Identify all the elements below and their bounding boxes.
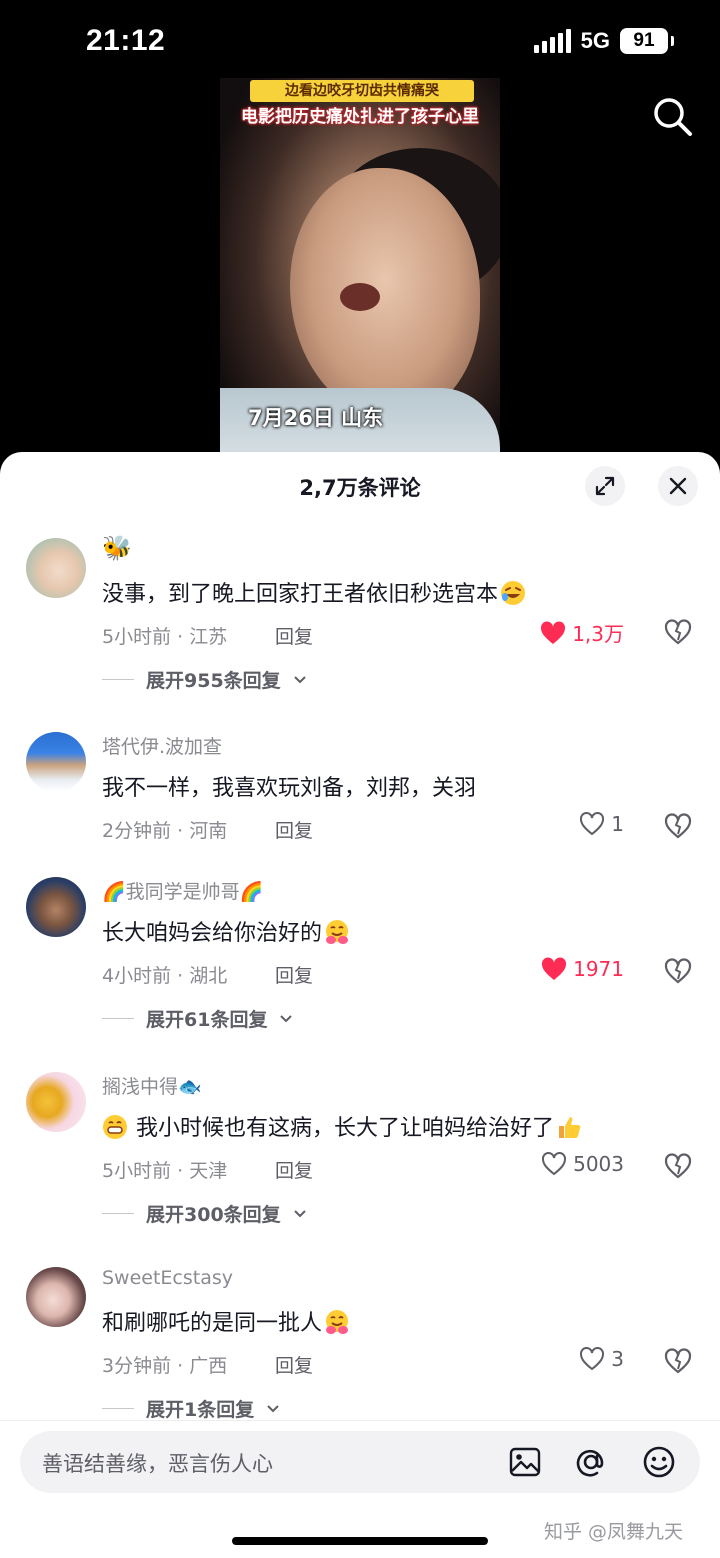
- chevron-down-icon: [267, 1404, 279, 1412]
- comment-input-placeholder: 善语结善缘，恶言伤人心: [42, 1452, 273, 1476]
- hug-emoji-icon: [326, 920, 349, 944]
- comment-username[interactable]: 🌈我同学是帅哥🌈: [102, 877, 263, 904]
- status-bar: 21:12 5G 91: [0, 0, 720, 80]
- expand-replies-button[interactable]: 展开955条回复: [102, 666, 307, 693]
- reply-button[interactable]: 回复: [275, 622, 313, 649]
- like-count: 5003: [573, 1152, 624, 1176]
- chevron-down-icon: [280, 1014, 293, 1022]
- expand-replies-button[interactable]: 展开1条回复: [102, 1395, 280, 1422]
- avatar[interactable]: [26, 732, 86, 792]
- like-button[interactable]: 1: [579, 812, 624, 836]
- heart-outline-icon: [542, 1152, 567, 1176]
- dislike-icon[interactable]: [664, 1152, 692, 1180]
- dislike-icon[interactable]: [664, 618, 692, 646]
- search-icon[interactable]: [650, 94, 696, 140]
- comment-input[interactable]: 善语结善缘，恶言伤人心: [20, 1431, 700, 1493]
- network-type: 5G: [580, 28, 610, 53]
- grin-emoji-icon: [103, 1115, 127, 1139]
- close-icon[interactable]: [658, 466, 698, 506]
- comment-username[interactable]: 塔代伊.波加查: [102, 732, 222, 759]
- expand-replies-button[interactable]: 展开300条回复: [102, 1200, 307, 1227]
- reply-button[interactable]: 回复: [275, 1351, 313, 1378]
- emoji-icon[interactable]: [640, 1443, 678, 1481]
- comment-text: 我小时候也有这病，长大了让咱妈给治好了: [102, 1110, 582, 1142]
- dislike-icon[interactable]: [664, 1347, 692, 1375]
- comment-text: 长大咱妈会给你治好的: [102, 915, 350, 947]
- at-icon[interactable]: [572, 1443, 610, 1481]
- heart-filled-icon: [542, 957, 567, 980]
- dislike-icon[interactable]: [664, 812, 692, 840]
- like-button[interactable]: 1971: [541, 957, 624, 981]
- comment-time-location: 5小时前 · 江苏: [102, 626, 228, 648]
- heart-outline-icon: [580, 812, 605, 836]
- heart-outline-icon: [580, 1347, 605, 1371]
- avatar[interactable]: [26, 1267, 86, 1327]
- battery-icon: 91: [620, 28, 674, 54]
- chevron-down-icon: [293, 675, 306, 683]
- avatar[interactable]: [26, 538, 86, 598]
- reply-button[interactable]: 回复: [275, 1156, 313, 1183]
- dislike-icon[interactable]: [664, 957, 692, 985]
- like-count: 1,3万: [572, 622, 624, 646]
- video-caption-main: 电影把历史痛处扎进了孩子心里: [241, 107, 479, 127]
- like-count: 1971: [573, 957, 624, 981]
- comment-username[interactable]: SweetEcstasy: [102, 1267, 233, 1289]
- comment-text: 我不一样，我喜欢玩刘备，刘邦，关羽: [102, 776, 477, 801]
- video-date-tag: 7月26日 山东: [248, 406, 384, 430]
- status-time: 21:12: [86, 24, 166, 57]
- video-caption-top: 边看边咬牙切齿共情痛哭: [250, 80, 474, 102]
- chevron-down-icon: [293, 1209, 306, 1217]
- avatar[interactable]: [26, 1072, 86, 1132]
- battery-level: 91: [633, 30, 655, 51]
- reply-button[interactable]: 回复: [275, 961, 313, 988]
- like-button[interactable]: 5003: [541, 1152, 624, 1176]
- like-count: 1: [611, 812, 624, 836]
- heart-filled-icon: [541, 620, 566, 644]
- hug-emoji-icon: [326, 1310, 349, 1334]
- like-button[interactable]: 1,3万: [540, 618, 624, 647]
- comment-input-bar: 善语结善缘，恶言伤人心 知乎 @凤舞九天: [0, 1420, 720, 1558]
- home-indicator[interactable]: [232, 1537, 488, 1545]
- comments-sheet: 2,7万条评论 🐝 没事，到了晚上回家打王者依旧秒选宫本 5小时前 · 江苏 回…: [0, 452, 720, 1558]
- image-icon[interactable]: [506, 1443, 544, 1481]
- like-button[interactable]: 3: [579, 1347, 624, 1371]
- expand-icon[interactable]: [585, 466, 625, 506]
- signal-icon: [533, 29, 571, 53]
- thumbs-up-icon: [559, 1117, 581, 1138]
- comment-time-location: 4小时前 · 湖北: [102, 965, 228, 987]
- watermark: 知乎 @凤舞九天: [544, 1521, 684, 1543]
- expand-replies-button[interactable]: 展开61条回复: [102, 1005, 293, 1032]
- comment-text: 没事，到了晚上回家打王者依旧秒选宫本: [102, 576, 526, 608]
- comment-username[interactable]: 🐝: [102, 534, 132, 562]
- status-indicators: 5G 91: [533, 28, 674, 54]
- reply-button[interactable]: 回复: [275, 816, 313, 843]
- comment-time-location: 5小时前 · 天津: [102, 1160, 228, 1182]
- comment-time-location: 2分钟前 · 河南: [102, 820, 228, 842]
- like-count: 3: [611, 1347, 624, 1371]
- rofl-emoji-icon: [501, 581, 526, 605]
- comment-username[interactable]: 搁浅中得🐟: [102, 1072, 202, 1099]
- comment-text: 和刷哪吒的是同一批人: [102, 1305, 350, 1337]
- avatar[interactable]: [26, 877, 86, 937]
- comment-time-location: 3分钟前 · 广西: [102, 1355, 228, 1377]
